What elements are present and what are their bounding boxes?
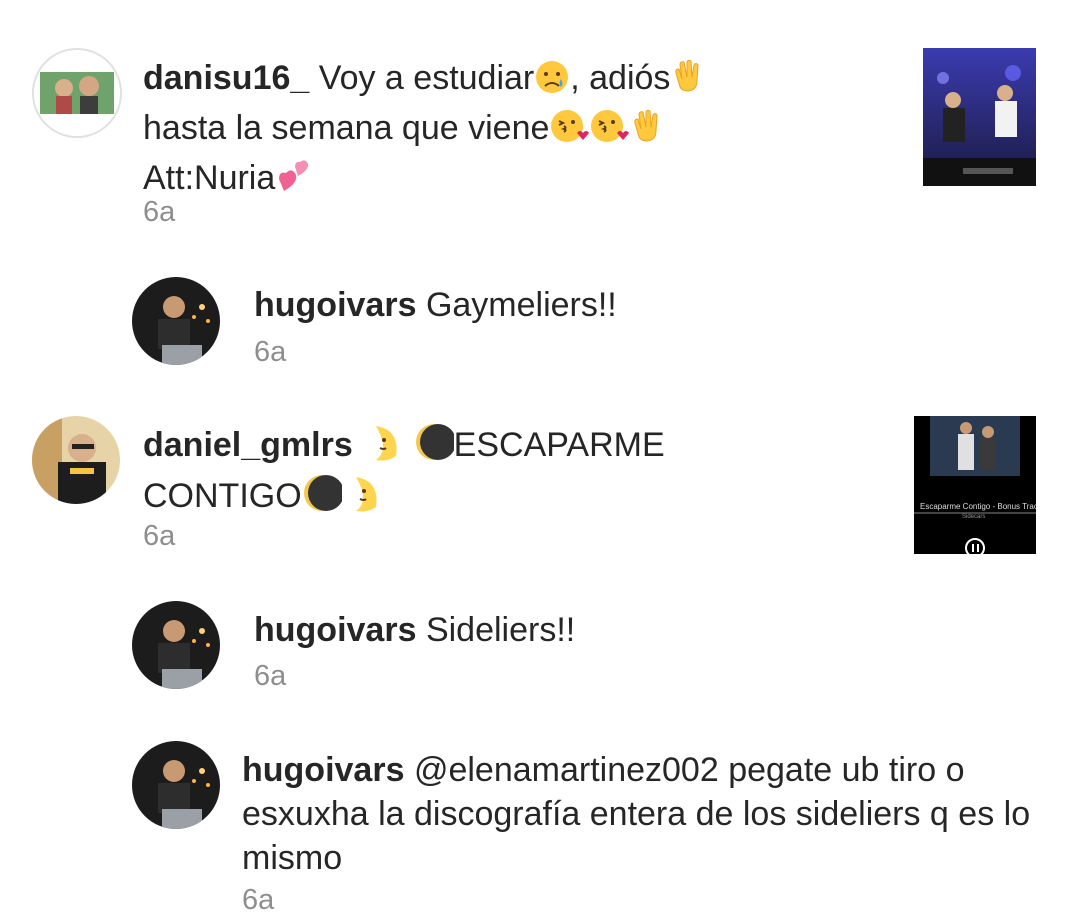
face-blowing-kiss-icon bbox=[549, 107, 590, 156]
comment-body-part: ESCAPARME bbox=[453, 426, 665, 464]
comment-timestamp: 6a bbox=[242, 884, 275, 916]
post-thumbnail[interactable]: Escaparme Contigo - Bonus Track Sidecars bbox=[914, 416, 1036, 554]
comment-text: hugoivars @elenamartinez002 pegate ub ti… bbox=[242, 748, 1042, 880]
new-moon-icon bbox=[414, 422, 456, 473]
avatar[interactable] bbox=[132, 277, 220, 365]
comment-text: hugoivars Gaymeliers!! bbox=[254, 283, 1034, 327]
comment-username[interactable]: hugoivars bbox=[242, 751, 404, 789]
post-thumbnail[interactable] bbox=[923, 48, 1036, 186]
avatar[interactable] bbox=[32, 416, 120, 504]
two-hearts-icon bbox=[275, 157, 313, 206]
comment-body: Gaymeliers!! bbox=[425, 286, 617, 324]
thumbnail-track-title: Escaparme Contigo - Bonus Track bbox=[920, 502, 1036, 511]
avatar[interactable] bbox=[32, 48, 122, 138]
comment-body-part: CONTIGO bbox=[143, 477, 302, 515]
comment-body-part: , adiós bbox=[570, 59, 671, 97]
crescent-moon-face-icon bbox=[362, 422, 404, 473]
waving-hand-icon bbox=[670, 57, 708, 106]
comment-timestamp: 6a bbox=[254, 336, 287, 368]
avatar[interactable] bbox=[132, 741, 220, 829]
comment-text: hugoivars Sideliers!! bbox=[254, 608, 1034, 652]
thumbnail-artist: Sidecars bbox=[962, 514, 986, 520]
comment-timestamp: 6a bbox=[143, 196, 176, 228]
waving-hand-icon bbox=[629, 107, 667, 156]
crescent-moon-face-icon bbox=[342, 473, 384, 524]
comment-body-part: hasta la semana que viene bbox=[143, 109, 550, 147]
comment-username[interactable]: daniel_gmlrs bbox=[143, 426, 353, 464]
avatar[interactable] bbox=[132, 601, 220, 689]
comment-body-part: Att:Nuria bbox=[143, 159, 276, 197]
comment-body: Sideliers!! bbox=[425, 611, 576, 649]
new-moon-icon bbox=[302, 473, 344, 524]
comment-timestamp: 6a bbox=[143, 520, 176, 552]
comment-text: danisu16_ Voy a estudiar , adiós hasta la… bbox=[143, 56, 883, 206]
comment-username[interactable]: hugoivars bbox=[254, 611, 416, 649]
sad-relieved-face-icon bbox=[534, 59, 570, 106]
comment-body-part: Voy a estudiar bbox=[318, 59, 535, 97]
comment-text: daniel_gmlrs ESCAPARME CONTIGO bbox=[143, 422, 883, 524]
comment-username[interactable]: danisu16_ bbox=[143, 59, 309, 97]
face-blowing-kiss-icon bbox=[589, 107, 630, 156]
comment-timestamp: 6a bbox=[254, 660, 287, 692]
comment-username[interactable]: hugoivars bbox=[254, 286, 416, 324]
